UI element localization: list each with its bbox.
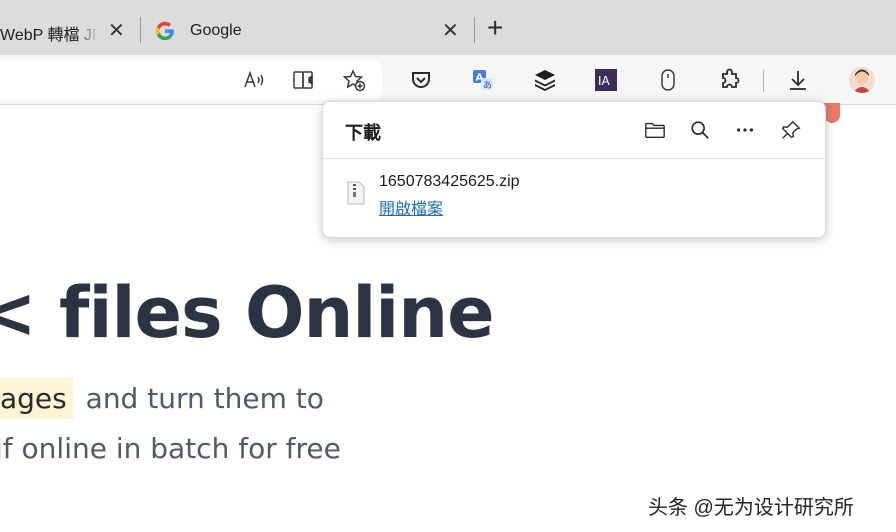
toolbar-divider <box>763 70 764 92</box>
svg-text:あ: あ <box>483 80 492 91</box>
ia-label: IA <box>598 74 611 88</box>
immersive-reader-icon[interactable] <box>290 66 318 94</box>
read-aloud-icon[interactable] <box>240 66 268 94</box>
tab-separator <box>140 17 141 43</box>
subtitle-text: and turn them to <box>85 382 324 415</box>
notification-dot <box>824 103 840 123</box>
ia-icon[interactable]: IA <box>592 66 620 94</box>
zip-file-icon <box>347 181 365 205</box>
download-file-name: 1650783425625.zip <box>379 173 520 190</box>
downloads-panel: 下載 1650783425625.zip 開啟檔案 <box>322 101 826 238</box>
highlighted-word: ages <box>0 378 73 419</box>
page-subtitle-line1: ages and turn them to <box>0 378 324 419</box>
search-icon[interactable] <box>686 116 714 144</box>
watermark: 头条 @无为设计研究所 <box>648 497 854 519</box>
add-favorite-icon[interactable] <box>340 66 368 94</box>
tab-webp-converter[interactable]: WebP 轉檔 JPG ✕ <box>0 8 138 55</box>
new-tab-button[interactable]: + <box>487 14 511 42</box>
tab-separator <box>474 17 475 43</box>
open-file-link[interactable]: 開啟檔案 <box>379 195 443 219</box>
translate-icon[interactable]: A あ <box>469 66 497 94</box>
pocket-icon[interactable] <box>407 66 435 94</box>
google-g-icon <box>155 21 174 41</box>
tab-google[interactable]: Google ✕ <box>142 8 472 55</box>
tab-strip: WebP 轉檔 JPG ✕ Google ✕ + <box>0 0 896 55</box>
close-tab-icon[interactable]: ✕ <box>108 21 125 41</box>
address-bar[interactable] <box>0 60 382 100</box>
extensions-icon[interactable] <box>716 66 744 94</box>
page-subtitle-line2: if online in batch for free <box>0 432 341 465</box>
tab-title: Google <box>190 22 242 39</box>
layers-icon[interactable] <box>531 66 559 94</box>
mouse-icon[interactable] <box>654 66 682 94</box>
page-heading: < files Online <box>0 272 495 354</box>
close-tab-icon[interactable]: ✕ <box>442 21 459 41</box>
panel-divider <box>323 158 825 159</box>
more-icon[interactable] <box>731 116 759 144</box>
pin-icon[interactable] <box>777 116 805 144</box>
open-folder-icon[interactable] <box>641 116 669 144</box>
profile-avatar[interactable] <box>849 67 875 93</box>
download-icon[interactable] <box>784 66 812 94</box>
browser-toolbar: A あ IA <box>0 55 896 105</box>
downloads-title: 下載 <box>345 123 381 144</box>
tab-title: WebP 轉檔 JPG <box>0 27 98 44</box>
